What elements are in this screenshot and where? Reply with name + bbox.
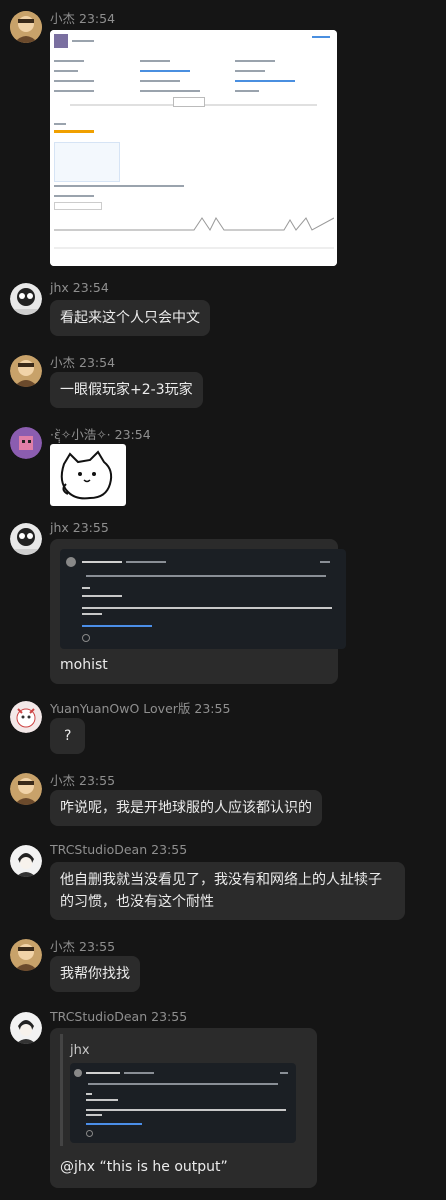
sender-name[interactable]: TRCStudioDean <box>50 842 147 857</box>
sender-name[interactable]: jhx <box>50 520 69 535</box>
message-header: 小杰 23:54 <box>50 352 115 371</box>
avatar[interactable] <box>10 11 42 43</box>
quoted-screenshot[interactable] <box>70 1063 296 1143</box>
timestamp: 23:55 <box>72 520 109 535</box>
attached-screenshot[interactable] <box>60 549 346 649</box>
timestamp: 23:54 <box>79 355 116 370</box>
avatar[interactable] <box>10 355 42 387</box>
message-header: TRCStudioDean 23:55 <box>50 842 187 857</box>
timestamp: 23:54 <box>114 427 151 442</box>
message-text: 我帮你找找 <box>50 956 140 992</box>
message-text: mohist <box>60 657 108 673</box>
avatar[interactable] <box>10 523 42 555</box>
quoted-sender[interactable]: jhx <box>70 1040 90 1062</box>
sender-name[interactable]: 小杰 <box>50 11 75 26</box>
message-header: YuanYuanOwO Lover版 23:55 <box>50 698 230 717</box>
sender-name[interactable]: 小杰 <box>50 773 75 788</box>
message-header: 小杰 23:55 <box>50 936 115 955</box>
attached-image[interactable] <box>50 30 337 266</box>
avatar[interactable] <box>10 427 42 459</box>
avatar[interactable] <box>10 283 42 315</box>
message-bubble: mohist <box>50 539 346 684</box>
timestamp: 23:54 <box>79 11 116 26</box>
sender-name[interactable]: jhx <box>50 280 69 295</box>
message-header: 小杰 23:55 <box>50 770 115 789</box>
message-header: ·ὲฺฺ่✧小浩✧· 23:54 <box>50 424 151 445</box>
avatar[interactable] <box>10 773 42 805</box>
sender-name[interactable]: ·ὲฺฺ่✧小浩✧· <box>50 427 111 442</box>
sender-name[interactable]: TRCStudioDean <box>50 1009 147 1024</box>
timestamp: 23:55 <box>79 939 116 954</box>
message-header: 小杰 23:54 <box>50 8 115 27</box>
avatar[interactable] <box>10 845 42 877</box>
sender-name[interactable]: 小杰 <box>50 939 75 954</box>
timestamp: 23:54 <box>72 280 109 295</box>
message-header: jhx 23:55 <box>50 520 109 535</box>
sender-name[interactable]: 小杰 <box>50 355 75 370</box>
timestamp: 23:55 <box>151 842 188 857</box>
timestamp: 23:55 <box>194 701 231 716</box>
message-text: 咋说呢，我是开地球服的人应该都认识的 <box>50 790 322 826</box>
message-bubble: jhx @jhx “this is he output” <box>50 1028 317 1188</box>
profile-icon <box>54 34 68 48</box>
quote-bar <box>60 1034 63 1146</box>
timestamp: 23:55 <box>79 773 116 788</box>
sender-name[interactable]: YuanYuanOwO Lover版 <box>50 701 190 716</box>
message-text: 看起来这个人只会中文 <box>50 300 210 336</box>
message-header: TRCStudioDean 23:55 <box>50 1009 187 1024</box>
avatar[interactable] <box>10 1012 42 1044</box>
message-header: jhx 23:54 <box>50 280 109 295</box>
message-text: ? <box>50 718 86 754</box>
sticker-image[interactable] <box>50 444 126 506</box>
message-text: 他自删我就当没看见了，我没有和网络上的人扯犊子的习惯，也没有这个耐性 <box>50 862 405 920</box>
avatar[interactable] <box>10 701 42 733</box>
message-text: @jhx “this is he output” <box>60 1159 228 1175</box>
avatar[interactable] <box>10 939 42 971</box>
timestamp: 23:55 <box>151 1009 188 1024</box>
message-text: 一眼假玩家+2-3玩家 <box>50 372 203 408</box>
